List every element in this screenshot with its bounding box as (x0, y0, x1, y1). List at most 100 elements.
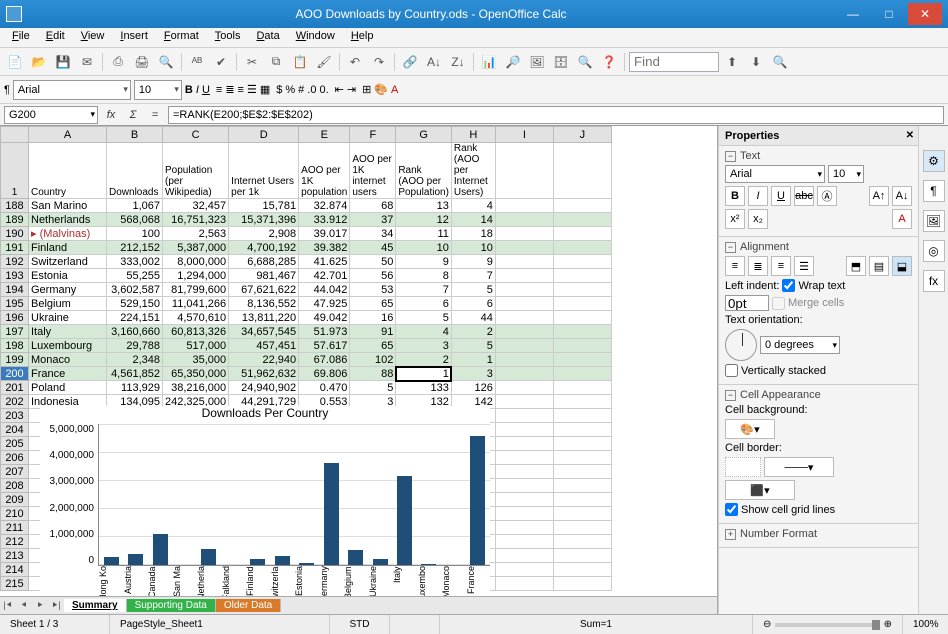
orientation-dial[interactable] (725, 329, 757, 361)
col-header-C[interactable]: C (163, 127, 229, 143)
panel-underline-button[interactable]: U (771, 186, 791, 206)
grid-cell[interactable]: 517,000 (163, 339, 229, 353)
grid-cell[interactable]: 126 (451, 381, 495, 395)
number-icon[interactable]: # (298, 84, 304, 96)
row-header[interactable]: 194 (1, 283, 29, 297)
undo-icon[interactable]: ↶ (344, 51, 366, 73)
grid-cell[interactable] (553, 423, 611, 437)
chart-bar[interactable] (201, 549, 216, 565)
panel-align-left-icon[interactable]: ≡ (725, 256, 745, 276)
spellcheck-icon[interactable]: ᴬᴮ (186, 51, 208, 73)
grid-cell[interactable]: 2,348 (107, 353, 163, 367)
grid-cell[interactable]: 2 (451, 325, 495, 339)
grid-cell[interactable]: 457,451 (229, 339, 299, 353)
cellapp-expand-icon[interactable]: − (725, 390, 736, 401)
row-header[interactable]: 1 (1, 143, 29, 199)
grid-cell[interactable]: 6,688,285 (229, 255, 299, 269)
grid-cell[interactable]: Downloads (107, 143, 163, 199)
indent-spinner[interactable] (725, 295, 769, 311)
find-prev-icon[interactable]: ⬆ (721, 51, 743, 73)
grid-cell[interactable]: 22,940 (229, 353, 299, 367)
col-header-D[interactable]: D (229, 127, 299, 143)
row-header[interactable]: 204 (1, 423, 29, 437)
grid-cell[interactable] (553, 227, 611, 241)
grid-cell[interactable]: 16 (350, 311, 396, 325)
grid-cell[interactable] (553, 465, 611, 479)
navigator-deck-icon[interactable]: ◎ (923, 240, 945, 262)
panel-valign-mid-icon[interactable]: ▤ (869, 256, 889, 276)
help-icon[interactable]: ❓ (598, 51, 620, 73)
grid-cell[interactable]: 65,350,000 (163, 367, 229, 381)
row-header[interactable]: 212 (1, 535, 29, 549)
chart-bar[interactable] (421, 564, 436, 565)
row-header[interactable]: 201 (1, 381, 29, 395)
grid-cell[interactable]: San Marino (29, 199, 107, 213)
grid-cell[interactable]: 7 (396, 283, 452, 297)
grid-cell[interactable] (553, 353, 611, 367)
grid-cell[interactable]: 34 (350, 227, 396, 241)
grid-cell[interactable]: 68 (350, 199, 396, 213)
grid-cell[interactable] (495, 507, 553, 521)
row-header[interactable]: 198 (1, 339, 29, 353)
col-header-J[interactable]: J (553, 127, 611, 143)
grid-cell[interactable]: 3 (396, 339, 452, 353)
sheet-indicator[interactable]: Sheet 1 / 3 (0, 615, 110, 634)
row-header[interactable]: 206 (1, 451, 29, 465)
grid-cell[interactable]: 4 (451, 199, 495, 213)
row-header[interactable]: 191 (1, 241, 29, 255)
align-left-icon[interactable]: ≡ (216, 84, 222, 96)
grid-cell[interactable] (553, 241, 611, 255)
font-size-combo[interactable]: 10 (134, 80, 182, 100)
row-header[interactable]: 210 (1, 507, 29, 521)
grid-cell[interactable]: 0.470 (299, 381, 350, 395)
row-header[interactable]: 205 (1, 437, 29, 451)
grid-cell[interactable]: Switzerland (29, 255, 107, 269)
col-header-B[interactable]: B (107, 127, 163, 143)
grid-cell[interactable]: 6 (451, 297, 495, 311)
hyperlink-icon[interactable]: 🔗 (399, 51, 421, 73)
save-icon[interactable]: 💾 (52, 51, 74, 73)
col-header-I[interactable]: I (495, 127, 553, 143)
sum-icon[interactable]: Σ (124, 106, 142, 124)
preview-icon[interactable]: 🔍 (155, 51, 177, 73)
grid-cell[interactable]: 65 (350, 339, 396, 353)
grid-cell[interactable]: 2,563 (163, 227, 229, 241)
merge-cells-icon[interactable]: ▦ (260, 83, 270, 96)
grid-cell[interactable]: 14 (451, 213, 495, 227)
col-header-A[interactable]: A (29, 127, 107, 143)
panel-bold-button[interactable]: B (725, 186, 745, 206)
grid-cell[interactable]: Population (per Wikipedia) (163, 143, 229, 199)
grid-cell[interactable]: 100 (107, 227, 163, 241)
grid-cell[interactable] (495, 549, 553, 563)
grid-cell[interactable]: 5 (451, 283, 495, 297)
zoom-percent[interactable]: 100% (903, 615, 948, 634)
sort-asc-icon[interactable]: A↓ (423, 51, 445, 73)
panel-decrease-font-icon[interactable]: A↓ (892, 186, 912, 206)
maximize-button[interactable]: □ (872, 3, 906, 25)
spreadsheet-grid[interactable]: ABCDEFGHIJ1CountryDownloadsPopulation (p… (0, 126, 717, 596)
grid-cell[interactable]: 113,929 (107, 381, 163, 395)
grid-cell[interactable] (495, 563, 553, 577)
grid-cell[interactable]: Ukraine (29, 311, 107, 325)
export-pdf-icon[interactable]: ⎙ (107, 51, 129, 73)
panel-size-combo[interactable]: 10 (828, 165, 864, 183)
chart-icon[interactable]: 📊 (478, 51, 500, 73)
grid-cell[interactable]: 5 (350, 381, 396, 395)
row-header[interactable]: 213 (1, 549, 29, 563)
panel-valign-bottom-icon[interactable]: ⬓ (892, 256, 912, 276)
grid-cell[interactable] (495, 465, 553, 479)
menu-tools[interactable]: Tools (207, 28, 249, 47)
panel-close-icon[interactable]: ✕ (906, 130, 914, 141)
close-button[interactable]: ✕ (908, 3, 942, 25)
grid-cell[interactable] (495, 325, 553, 339)
grid-cell[interactable]: 529,150 (107, 297, 163, 311)
function-wizard-icon[interactable]: fx (102, 106, 120, 124)
grid-cell[interactable] (553, 577, 611, 591)
sheet-tab[interactable]: Supporting Data (127, 599, 216, 612)
percent-icon[interactable]: % (285, 84, 295, 96)
new-file-icon[interactable]: 📄 (4, 51, 26, 73)
grid-cell[interactable] (495, 143, 553, 199)
grid-cell[interactable]: Finland (29, 241, 107, 255)
grid-cell[interactable] (495, 493, 553, 507)
grid-cell[interactable]: 39.382 (299, 241, 350, 255)
